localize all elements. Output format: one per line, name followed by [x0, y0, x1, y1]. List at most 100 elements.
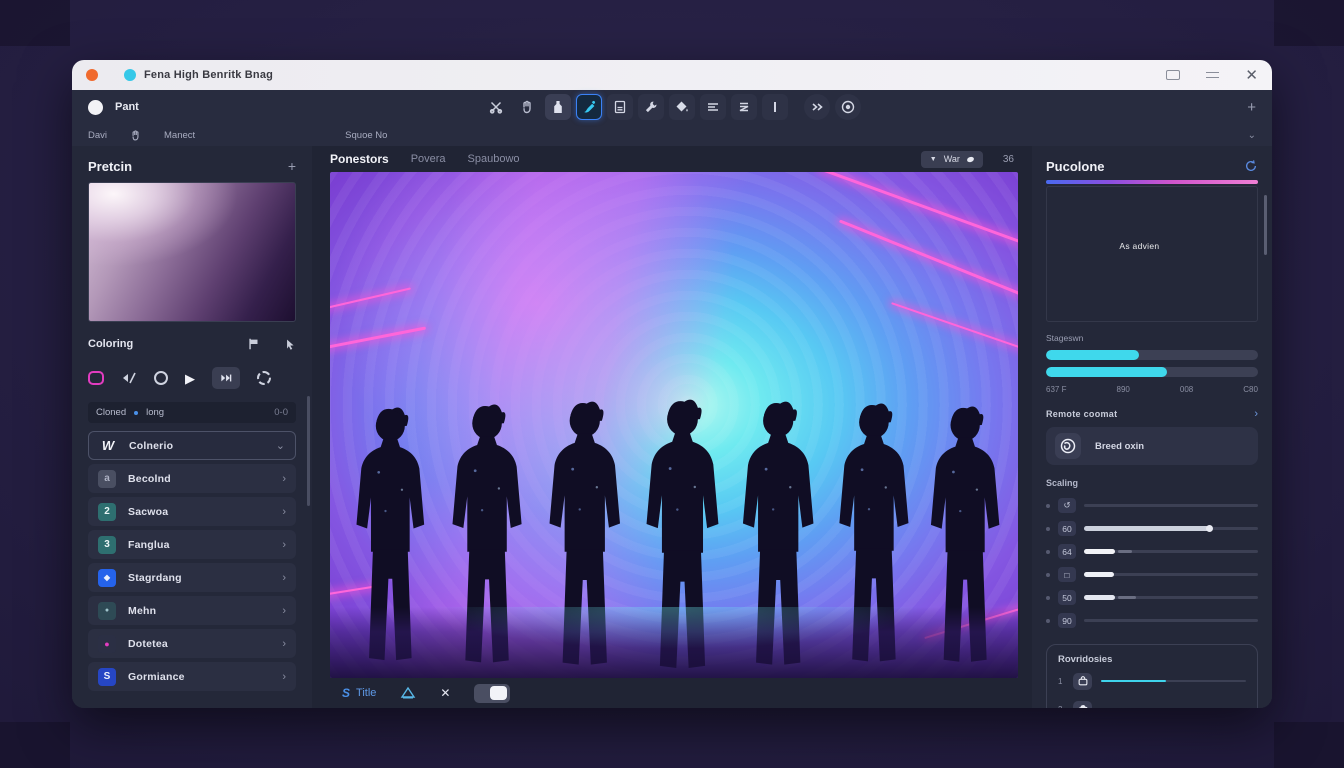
slider-track[interactable]: [1084, 504, 1258, 507]
tool-cut-button[interactable]: [483, 94, 509, 120]
chevron-right-icon[interactable]: ›: [282, 605, 286, 617]
layer-row-becolnd[interactable]: a Becolnd ›: [88, 464, 296, 493]
traffic-light-close[interactable]: [86, 69, 98, 81]
layer-row-fanglua[interactable]: 3 Fanglua ›: [88, 530, 296, 559]
tool-repair-button[interactable]: [638, 94, 664, 120]
layer-label: Fanglua: [128, 539, 170, 551]
color-gradient-preview[interactable]: [88, 182, 296, 322]
skip-forward-button[interactable]: [212, 367, 240, 389]
paradox-row[interactable]: 2: [1058, 697, 1246, 708]
app-logo: [88, 100, 103, 115]
preview-scrollbar[interactable]: [1264, 195, 1267, 255]
keyframe-icon[interactable]: [121, 371, 137, 385]
menu-item-manect[interactable]: Manect: [164, 130, 195, 141]
forward-button[interactable]: [804, 94, 830, 120]
chevron-right-icon[interactable]: ›: [282, 506, 286, 518]
titlebar: Fena High Benritk Bnag ✕: [72, 60, 1272, 90]
loop-button[interactable]: [257, 371, 271, 385]
row-dot: [1046, 596, 1050, 600]
play-button[interactable]: ▶: [185, 372, 195, 385]
chevron-right-icon[interactable]: ›: [1254, 408, 1258, 420]
preview-caption: As advien: [1119, 241, 1159, 251]
triangle-tool-icon[interactable]: [400, 686, 416, 700]
minimize-icon[interactable]: [1206, 72, 1219, 78]
tool-ink-bottle-button[interactable]: [545, 94, 571, 120]
preview-toggle[interactable]: [474, 684, 510, 703]
paradox-row[interactable]: 1: [1058, 669, 1246, 693]
tool-brush-button[interactable]: [576, 94, 602, 120]
slider-track[interactable]: [1084, 573, 1258, 576]
flag-icon[interactable]: [247, 337, 261, 351]
paint-bucket-icon: [674, 99, 690, 115]
refresh-icon[interactable]: [1244, 159, 1258, 173]
tool-document-button[interactable]: [607, 94, 633, 120]
row-dot: [1046, 504, 1050, 508]
layer-badge: 3: [98, 536, 116, 554]
chevron-right-icon[interactable]: ›: [282, 572, 286, 584]
slider-track[interactable]: [1084, 527, 1258, 530]
chevron-right-icon[interactable]: ›: [282, 638, 286, 650]
clip-row[interactable]: Cloned long 0-0: [88, 402, 296, 423]
tab-povera[interactable]: Povera: [411, 153, 446, 165]
add-button[interactable]: +: [1247, 99, 1256, 116]
row-dot: [1046, 573, 1050, 577]
layer-row-stagrdang[interactable]: ◆ Stagrdang ›: [88, 563, 296, 592]
tool-layers-button[interactable]: [731, 94, 757, 120]
traffic-light-minimize[interactable]: [124, 69, 136, 81]
clear-icon[interactable]: ✕: [440, 686, 450, 700]
slider-track[interactable]: [1084, 596, 1258, 599]
row-number: 1: [1058, 677, 1064, 686]
performer-silhouettes: [330, 172, 1018, 678]
slider-icon: 64: [1058, 544, 1076, 559]
hand-icon[interactable]: [129, 129, 142, 142]
record-button[interactable]: [835, 94, 861, 120]
scaling-slider-row: 50: [1046, 586, 1258, 609]
record-icon: [840, 99, 856, 115]
screenshot-icon[interactable]: [1166, 70, 1180, 80]
war-dropdown[interactable]: ▼ War: [921, 151, 983, 168]
bag-icon: [1073, 673, 1092, 690]
canvas-image[interactable]: [330, 172, 1018, 678]
clip-name: Cloned: [96, 407, 126, 418]
tab-spaubowo[interactable]: Spaubowo: [468, 153, 520, 165]
menu-item-squoe-no[interactable]: Squoe No: [345, 130, 387, 141]
chevron-right-icon[interactable]: ›: [282, 473, 286, 485]
layer-row-dotetea[interactable]: ● Dotetea ›: [88, 629, 296, 658]
tool-hand-button[interactable]: [514, 94, 540, 120]
menu-item-davi[interactable]: Davi: [88, 130, 107, 141]
chevron-right-icon[interactable]: ›: [282, 671, 286, 683]
title-toggle[interactable]: S Title: [342, 686, 376, 700]
close-icon[interactable]: ✕: [1245, 68, 1258, 83]
shape-tool-button[interactable]: [88, 371, 104, 385]
remote-context-header: Remote coomat: [1046, 409, 1117, 419]
stop-circle-button[interactable]: [154, 371, 168, 385]
chevron-down-icon[interactable]: ⌄: [276, 439, 285, 452]
render-preview[interactable]: As advien: [1046, 186, 1258, 322]
clip-tag: long: [146, 407, 164, 418]
slider-icon: ↺: [1058, 498, 1076, 513]
app-name: Pant: [115, 101, 139, 113]
slider-track[interactable]: [1084, 550, 1258, 553]
add-preset-button[interactable]: +: [288, 158, 296, 174]
remote-context-item[interactable]: Breed oxin: [1046, 427, 1258, 465]
left-panel-scrollbar[interactable]: [307, 396, 310, 506]
tool-align-button[interactable]: [700, 94, 726, 120]
progress-bar-1: [1046, 350, 1258, 360]
tool-bar-button[interactable]: [762, 94, 788, 120]
progress-bar-2: [1046, 367, 1258, 377]
chevron-down-icon[interactable]: ⌄: [1248, 130, 1256, 141]
tab-ponestors[interactable]: Ponestors: [330, 152, 389, 166]
layer-row-gormiance[interactable]: S Gormiance ›: [88, 662, 296, 691]
align-lines-icon: [705, 99, 721, 115]
time-label: C80: [1243, 385, 1258, 394]
layer-row-colnerio[interactable]: W Colnerio ⌄: [88, 431, 296, 460]
layer-label: Colnerio: [129, 440, 173, 452]
layer-row-sacwoa[interactable]: 2 Sacwoa ›: [88, 497, 296, 526]
tool-bucket-button[interactable]: [669, 94, 695, 120]
coloring-label: Coloring: [88, 338, 133, 350]
slider-track[interactable]: [1084, 619, 1258, 622]
cursor-icon[interactable]: [283, 338, 296, 351]
layer-row-mehn[interactable]: ● Mehn ›: [88, 596, 296, 625]
chevron-right-icon[interactable]: ›: [282, 539, 286, 551]
slider-knob[interactable]: [1206, 525, 1213, 532]
